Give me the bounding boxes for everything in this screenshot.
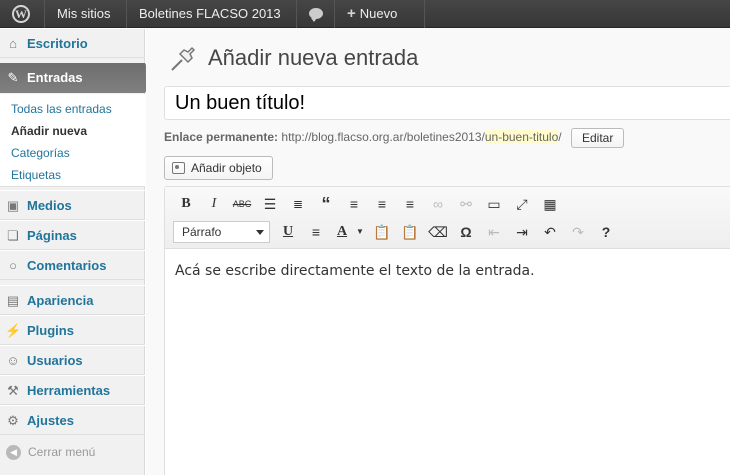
sidebar-item-paginas[interactable]: ❏ Páginas — [0, 220, 145, 250]
indent-icon[interactable]: ⇥ — [511, 221, 533, 243]
sidebar-item-label: Medios — [27, 198, 72, 213]
align-justify-icon[interactable]: ≡ — [305, 221, 327, 243]
sidebar-item-herramientas[interactable]: ⚒ Herramientas — [0, 375, 145, 405]
users-icon: ☺ — [6, 353, 20, 368]
help-icon[interactable]: ? — [595, 221, 617, 243]
underline-icon[interactable]: U — [277, 221, 299, 243]
italic-icon[interactable]: I — [203, 193, 225, 215]
collapse-menu-button[interactable]: ◀ Cerrar menú — [0, 440, 145, 466]
admin-sidebar: ⌂ Escritorio ✎ Entradas Todas las entrad… — [0, 28, 153, 475]
bold-icon[interactable]: B — [175, 193, 197, 215]
submenu-etiquetas[interactable]: Etiquetas — [11, 168, 61, 182]
pushpin-icon: ✎ — [7, 70, 19, 85]
format-select[interactable]: Párrafo — [173, 221, 270, 243]
undo-icon[interactable]: ↶ — [539, 221, 561, 243]
paste-text-icon[interactable]: 📋 — [371, 221, 393, 243]
fullscreen-icon[interactable]: ⤢ — [511, 193, 533, 215]
sidebar-item-label: Usuarios — [27, 353, 83, 368]
sidebar-item-medios[interactable]: ▣ Medios — [0, 190, 145, 220]
sidebar-item-label: Herramientas — [27, 383, 111, 398]
permalink-row: Enlace permanente: http://blog.flacso.or… — [164, 130, 562, 144]
clear-formatting-icon[interactable]: ⌫ — [427, 221, 449, 243]
main-content: Añadir nueva entrada Enlace permanente: … — [146, 28, 730, 475]
submenu-categorias[interactable]: Categorías — [11, 146, 70, 160]
tools-icon: ⚒ — [7, 383, 19, 398]
plus-icon: + — [347, 5, 356, 22]
edit-permalink-button[interactable]: Editar — [571, 128, 625, 148]
comments-button[interactable] — [297, 0, 335, 28]
comments-icon: ○ — [9, 258, 17, 273]
align-center-icon[interactable]: ≡ — [371, 193, 393, 215]
paste-word-icon[interactable]: 📋 — [399, 221, 421, 243]
new-content-menu[interactable]: + Nuevo — [335, 0, 425, 28]
sidebar-item-label: Comentarios — [27, 258, 107, 273]
sidebar-item-label: Apariencia — [27, 293, 94, 308]
post-title-input[interactable] — [164, 86, 730, 120]
sidebar-item-label: Plugins — [27, 323, 74, 338]
pages-icon: ❏ — [7, 228, 19, 243]
appearance-icon: ▤ — [6, 293, 20, 308]
blockquote-icon[interactable]: “ — [315, 193, 337, 215]
media-icon: ▣ — [6, 198, 20, 213]
submenu-anadir-nueva[interactable]: Añadir nueva — [11, 124, 87, 138]
permalink-label: Enlace permanente: — [164, 130, 279, 144]
wordpress-logo-icon: W — [12, 5, 30, 23]
comment-bubble-icon — [309, 8, 323, 22]
align-right-icon[interactable]: ≡ — [399, 193, 421, 215]
pushpin-icon — [171, 46, 196, 71]
sidebar-item-plugins[interactable]: ⚡ Plugins — [0, 315, 145, 345]
sidebar-item-ajustes[interactable]: ⚙ Ajustes — [0, 405, 145, 435]
sidebar-item-label: Ajustes — [27, 413, 74, 428]
align-left-icon[interactable]: ≡ — [343, 193, 365, 215]
entradas-submenu: Todas las entradas Añadir nueva Categorí… — [0, 94, 145, 187]
sidebar-item-comentarios[interactable]: ○ Comentarios — [0, 250, 145, 280]
add-media-button[interactable]: Añadir objeto — [164, 156, 273, 180]
editor-toolbar: B I ABC ☰ ≣ “ ≡ ≡ ≡ ∞ ⚯ ▭ ⤢ ▦ Párrafo U … — [165, 187, 730, 249]
new-label: Nuevo — [359, 6, 398, 21]
numbered-list-icon[interactable]: ≣ — [287, 193, 309, 215]
settings-icon: ⚙ — [7, 413, 19, 428]
collapse-menu-label: Cerrar menú — [28, 445, 96, 459]
editor-content[interactable]: Acá se escribe directamente el texto de … — [175, 263, 535, 279]
post-editor: B I ABC ☰ ≣ “ ≡ ≡ ≡ ∞ ⚯ ▭ ⤢ ▦ Párrafo U … — [164, 186, 730, 475]
sidebar-item-label: Escritorio — [27, 36, 88, 51]
sidebar-item-usuarios[interactable]: ☺ Usuarios — [0, 345, 145, 375]
wordpress-logo-button[interactable]: W — [0, 0, 45, 28]
add-media-icon — [172, 162, 185, 174]
redo-icon[interactable]: ↷ — [567, 221, 589, 243]
special-character-icon[interactable]: Ω — [455, 221, 477, 243]
sidebar-item-label: Páginas — [27, 228, 77, 243]
add-media-label: Añadir objeto — [191, 161, 262, 175]
unlink-icon[interactable]: ⚯ — [455, 193, 477, 215]
toolbar-toggle-icon[interactable]: ▦ — [539, 193, 561, 215]
home-icon: ⌂ — [9, 36, 17, 51]
link-icon[interactable]: ∞ — [427, 193, 449, 215]
strikethrough-icon[interactable]: ABC — [231, 193, 253, 215]
permalink-end: / — [558, 130, 562, 144]
my-sites-menu[interactable]: Mis sitios — [45, 0, 127, 28]
plugins-icon: ⚡ — [5, 323, 22, 338]
site-name-menu[interactable]: Boletines FLACSO 2013 — [127, 0, 297, 28]
submenu-todas-las-entradas[interactable]: Todas las entradas — [11, 102, 112, 116]
collapse-arrow-icon: ◀ — [6, 445, 21, 460]
admin-bar: W Mis sitios Boletines FLACSO 2013 + Nuev… — [0, 0, 730, 28]
sidebar-item-label: Entradas — [27, 70, 83, 85]
permalink-slug[interactable]: un-buen-titulo — [484, 130, 559, 144]
sidebar-item-apariencia[interactable]: ▤ Apariencia — [0, 285, 145, 315]
sidebar-item-entradas[interactable]: ✎ Entradas — [0, 63, 153, 93]
text-color-dropdown-icon[interactable]: ▼ — [349, 221, 371, 243]
outdent-icon[interactable]: ⇤ — [483, 221, 505, 243]
more-tag-icon[interactable]: ▭ — [483, 193, 505, 215]
bullet-list-icon[interactable]: ☰ — [259, 193, 281, 215]
page-title: Añadir nueva entrada — [208, 45, 419, 70]
sidebar-item-escritorio[interactable]: ⌂ Escritorio — [0, 28, 145, 58]
permalink-base: http://blog.flacso.org.ar/boletines2013/ — [281, 130, 485, 144]
